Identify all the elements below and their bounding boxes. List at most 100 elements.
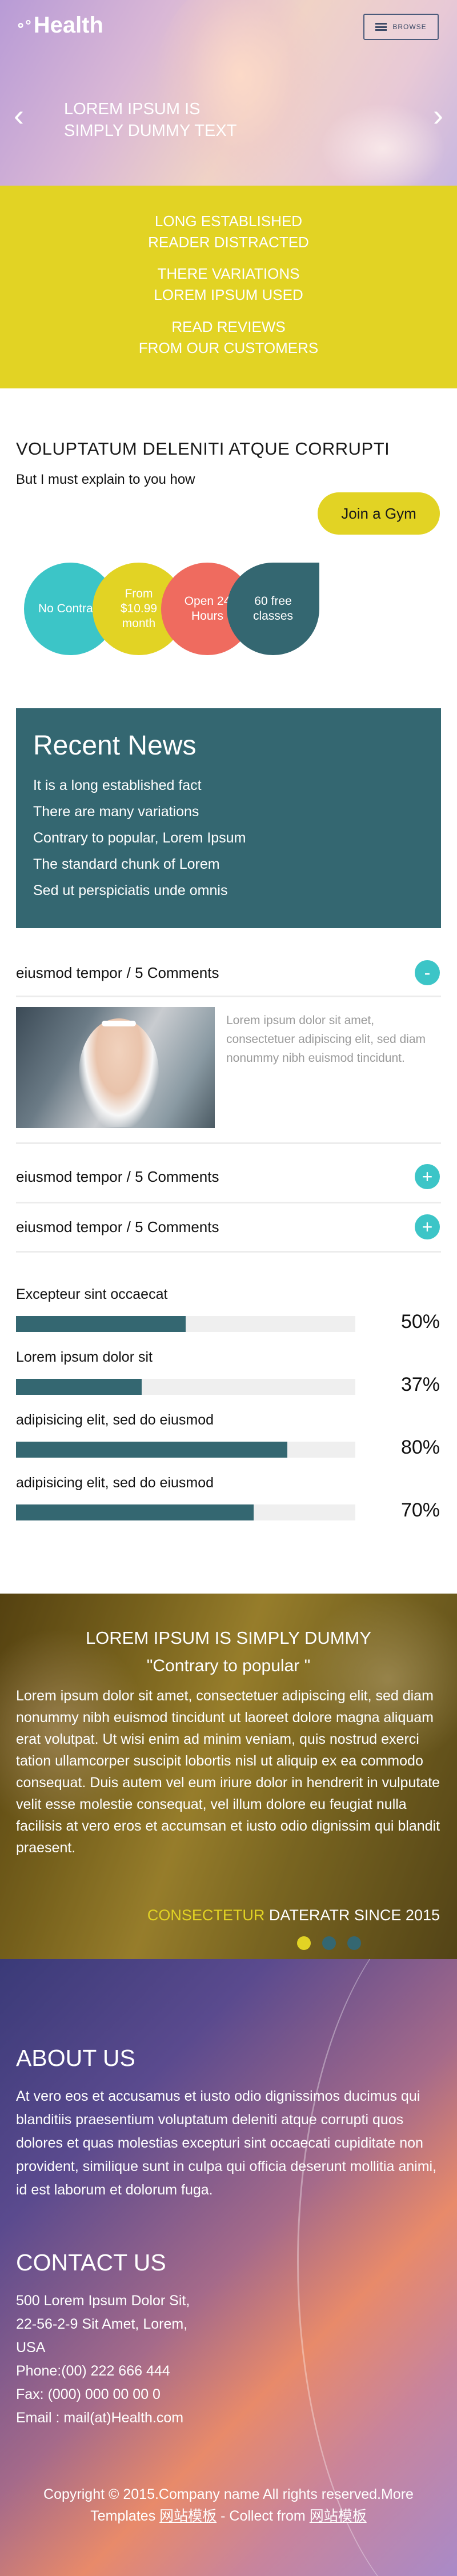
join-gym-button[interactable]: Join a Gym [318, 492, 440, 535]
contact-phone: Phone:(00) 222 666 444 [16, 2363, 170, 2379]
feature-line: READER DISTRACTED [148, 234, 309, 251]
intro-title: VOLUPTATUM DELENITI ATQUE CORRUPTI [16, 439, 390, 459]
next-slide-icon[interactable]: › [433, 100, 443, 131]
contact-fax: Fax: (000) 000 00 00 0 [16, 2386, 161, 2402]
carousel-dot[interactable] [347, 1936, 361, 1950]
hero-line-1: LOREM IPSUM IS [64, 100, 201, 118]
feature-item: READ REVIEWS FROM OUR CUSTOMERS [0, 316, 457, 359]
feature-line: LONG ESTABLISHED [154, 212, 303, 230]
accordion-title: eiusmod tempor / 5 Comments [16, 964, 219, 981]
skill-label: Lorem ipsum dolor sit [16, 1349, 153, 1365]
browse-label: BROWSE [392, 23, 427, 31]
feature-item: LONG ESTABLISHED READER DISTRACTED [0, 211, 457, 253]
news-link[interactable]: Contrary to popular, Lorem Ipsum [33, 825, 246, 851]
copyright-line-1: Copyright © 2015.Company name All rights… [43, 2486, 414, 2502]
testimonial-heading: LOREM IPSUM IS SIMPLY DUMMY [85, 1628, 372, 1648]
logo-text: Health [33, 13, 103, 38]
testimonial-section: LOREM IPSUM IS SIMPLY DUMMY "Contrary to… [0, 1594, 457, 1959]
copyright-templates: Templates [90, 2508, 156, 2524]
skill-percent: 37% [400, 1374, 440, 1395]
skill-fill [16, 1442, 288, 1458]
copyright-line-2: Templates 网站模板 - Collect from 网站模板 [0, 2505, 457, 2527]
browse-menu-button[interactable]: BROWSE [363, 14, 439, 40]
news-link[interactable]: There are many variations [33, 799, 246, 825]
recent-news-panel: Recent News It is a long established fac… [16, 708, 441, 928]
skill-bar [16, 1316, 355, 1332]
intro-subtitle: But I must explain to you how [16, 472, 195, 487]
offer-text: $10.99 [120, 602, 158, 615]
contact-email[interactable]: Email : mail(at)Health.com [16, 2406, 439, 2430]
feature-line: LOREM IPSUM USED [154, 286, 303, 303]
hero-photo-figure [154, 0, 326, 186]
contact-title: CONTACT US [16, 2249, 166, 2276]
divider [16, 1202, 441, 1203]
carousel-dot[interactable] [322, 1936, 336, 1950]
skill-fill [16, 1504, 254, 1520]
feature-line: FROM OUR CUSTOMERS [138, 339, 319, 356]
template-link-2[interactable]: 网站模板 [310, 2508, 367, 2524]
skill-bar [16, 1504, 355, 1520]
skill-label: adipisicing elit, sed do eiusmod [16, 1475, 214, 1491]
accordion-header[interactable]: eiusmod tempor / 5 Comments + [16, 1154, 441, 1199]
prev-slide-icon[interactable]: ‹ [14, 100, 24, 131]
accordion-header[interactable]: eiusmod tempor / 5 Comments - [16, 950, 441, 996]
hero-photo-highlight [320, 103, 446, 186]
news-list: It is a long established fact There are … [33, 772, 246, 904]
feature-item: THERE VARIATIONS LOREM IPSUM USED [0, 263, 457, 306]
skill-percent: 70% [400, 1499, 440, 1521]
skill-bar [16, 1379, 355, 1395]
news-title: Recent News [33, 731, 197, 761]
expand-icon[interactable]: + [415, 1164, 440, 1189]
news-link[interactable]: It is a long established fact [33, 772, 246, 799]
skill-fill [16, 1379, 142, 1395]
hero-caption: LOREM IPSUM IS SIMPLY DUMMY TEXT [64, 98, 236, 142]
features-band: LONG ESTABLISHED READER DISTRACTED THERE… [0, 186, 457, 388]
contact-country: USA [16, 2340, 46, 2356]
logo-mark-icon: ∘° [16, 17, 31, 34]
about-title: ABOUT US [16, 2045, 135, 2071]
offer-text: month [122, 617, 156, 630]
signature-highlight: CONSECTETUR [147, 1907, 265, 1924]
divider [16, 1142, 441, 1144]
accordion-header[interactable]: eiusmod tempor / 5 Comments + [16, 1204, 441, 1250]
template-link-1[interactable]: 网站模板 [159, 2508, 217, 2524]
skill-label: adipisicing elit, sed do eiusmod [16, 1412, 214, 1428]
contact-address-1: 500 Lorem Ipsum Dolor Sit, [16, 2293, 190, 2309]
accordion-title: eiusmod tempor / 5 Comments [16, 1218, 219, 1235]
copyright: Copyright © 2015.Company name All rights… [0, 2483, 457, 2527]
news-link[interactable]: The standard chunk of Lorem [33, 851, 246, 877]
divider [16, 996, 441, 997]
testimonial-body: Lorem ipsum dolor sit amet, consectetuer… [16, 1688, 440, 1856]
feature-line: THERE VARIATIONS [157, 265, 300, 282]
signature-text: DATERATR SINCE 2015 [268, 1907, 440, 1924]
copyright-collect: - Collect from [221, 2508, 306, 2524]
offer-text: From [125, 587, 153, 600]
collapse-icon[interactable]: - [415, 960, 440, 985]
skill-percent: 50% [400, 1311, 440, 1333]
accordion-content: Lorem ipsum dolor sit amet, consectetuer… [226, 1014, 426, 1065]
about-text: At vero eos et accusamus et iusto odio d… [16, 2088, 437, 2198]
hamburger-icon [375, 23, 387, 31]
skill-bar [16, 1442, 355, 1458]
skill-fill [16, 1316, 186, 1332]
contact-address-2: 22-56-2-9 Sit Amet, Lorem, [16, 2316, 188, 2332]
testimonial-signature: CONSECTETUR DATERATR SINCE 2015 [147, 1907, 440, 1924]
carousel-dot-active[interactable] [297, 1936, 311, 1950]
offer-circle-classes: 60 free classes [227, 563, 319, 655]
testimonial-quote: "Contrary to popular " [146, 1656, 311, 1675]
hero-banner: ∘° Health BROWSE ‹ › LOREM IPSUM IS SIMP… [0, 0, 457, 186]
fitness-class-photo [16, 1007, 215, 1128]
hero-line-2: SIMPLY DUMMY TEXT [64, 122, 237, 140]
site-logo[interactable]: ∘° Health [16, 13, 103, 38]
accordion-photo-headband [102, 1021, 136, 1026]
accordion-photo-subject [79, 1018, 159, 1127]
skill-label: Excepteur sint occaecat [16, 1286, 168, 1302]
carousel-dots [297, 1936, 361, 1950]
accordion-title: eiusmod tempor / 5 Comments [16, 1167, 219, 1185]
offer-text: Open 24 [184, 595, 231, 608]
offer-text: classes [252, 609, 294, 623]
expand-icon[interactable]: + [415, 1214, 440, 1239]
feature-line: READ REVIEWS [171, 318, 286, 335]
offer-circles: No Contract From $10.99 month Open 24 Ho… [24, 563, 321, 655]
news-link[interactable]: Sed ut perspiciatis unde omnis [33, 877, 246, 904]
